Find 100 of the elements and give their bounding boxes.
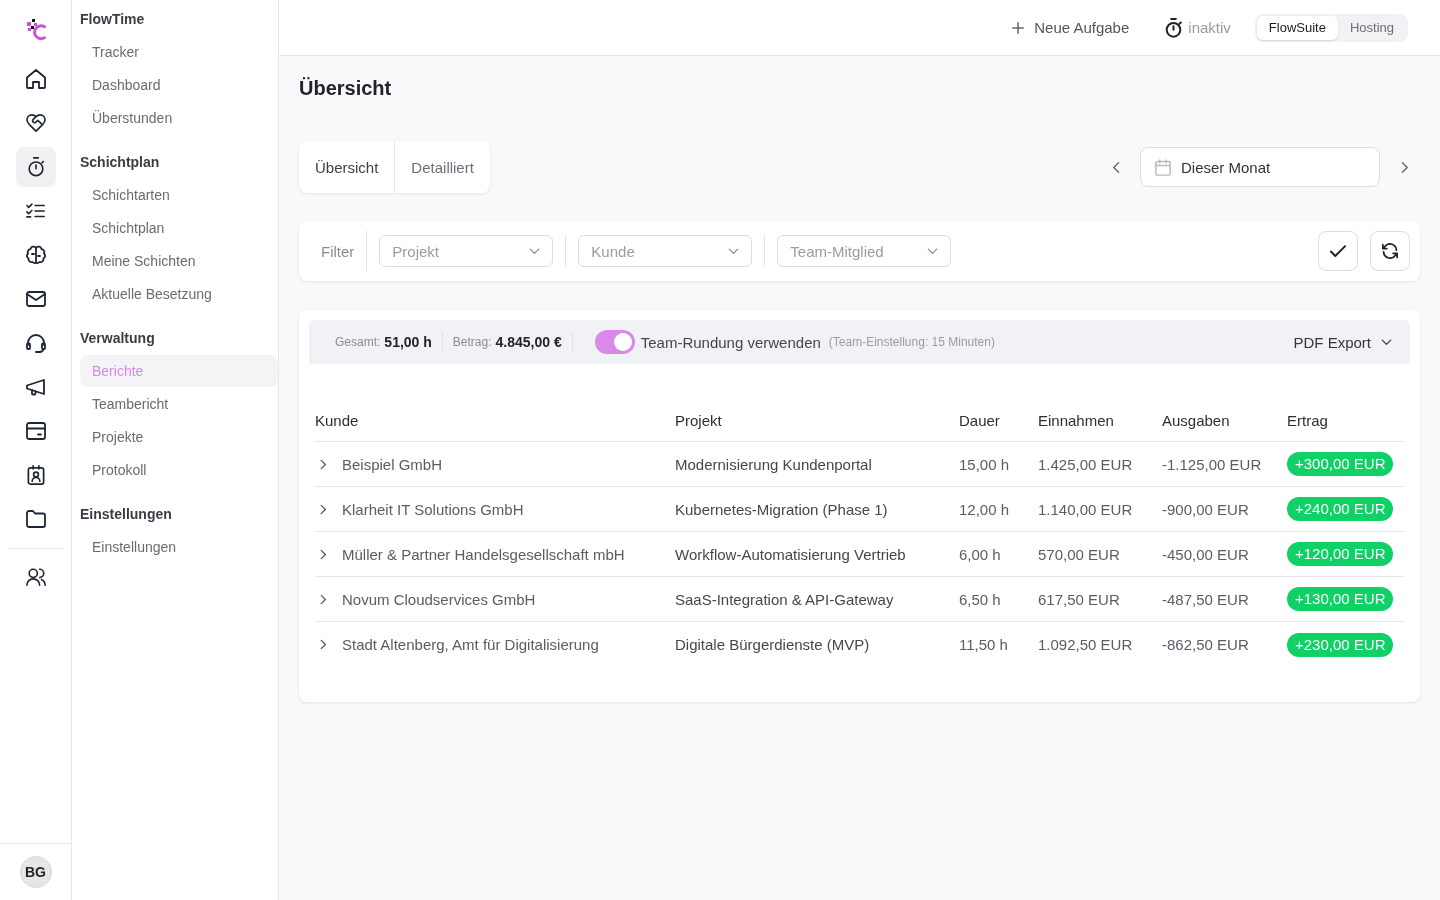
sidebar-item[interactable]: Meine Schichten [80,245,278,277]
chevron-left-icon [1112,161,1120,173]
column-header: Einnahmen [1038,411,1114,429]
total-value: 51,00 h [384,334,432,350]
check-icon [1330,244,1346,258]
megaphone-icon [25,377,46,397]
new-task-button[interactable]: Neue Aufgabe [1012,11,1130,44]
column-header: Projekt [675,411,722,429]
table-cell: 1.425,00 EUR [1038,455,1133,473]
amount-label: Betrag: [452,335,492,349]
profit-badge: +120,00 EUR [1287,542,1394,566]
section-heading: Einstellungen [80,505,172,524]
workspace-tab[interactable]: Hosting [1337,15,1406,40]
amount-value: 4.845,00 € [495,334,562,350]
brain-icon [25,245,46,265]
table-cell: Workflow-Automatisierung Vertrieb [675,545,906,563]
table-cell: SaaS-Integration & API-Gateway [675,590,894,608]
table-cell: 570,00 EUR [1038,545,1120,563]
calendar-icon [1155,158,1171,176]
plus-icon [1012,21,1025,34]
setting-note: (Team-Einstellung: 15 Minuten) [828,335,995,349]
section-heading: Verwaltung [80,329,155,348]
heart-handshake-icon [25,113,46,133]
logo-icon[interactable] [24,19,47,41]
sidebar-item[interactable]: Einstellungen [80,531,278,563]
column-header: Dauer [959,411,1000,429]
sidebar-item[interactable]: Projekte [80,421,278,453]
chevron-right-icon [1400,161,1408,173]
table-cell: -1.125,00 EUR [1162,455,1262,473]
table-cell: Modernisierung Kundenportal [675,455,872,473]
column-header: Ertrag [1287,411,1328,429]
stopwatch-nav-button[interactable] [15,147,56,187]
date-range-field[interactable]: Dieser Monat [1140,147,1380,187]
profit-badge: +300,00 EUR [1287,452,1394,476]
section-heading: FlowTime [80,10,145,29]
table-cell: Beispiel GmbH [342,455,443,473]
filter-label: Filter [320,242,355,260]
profit-badge: +230,00 EUR [1287,632,1394,657]
view-tab[interactable]: Detailliert [394,141,490,193]
apply-button[interactable] [1318,231,1358,271]
table-cell: -487,50 EUR [1162,590,1249,608]
chevron-right-icon[interactable] [320,593,326,605]
task-list-icon [25,201,46,221]
stopwatch-icon [25,157,46,177]
sidebar-item[interactable]: Protokoll [80,454,278,486]
page-title: Übersicht [299,76,392,100]
column-header: Kunde [315,411,359,429]
table-cell: -450,00 EUR [1162,545,1249,563]
table-cell: Kubernetes-Migration (Phase 1) [675,500,888,518]
envelope-icon [25,289,46,309]
toggle-label: Team-Rundung verwenden [640,333,821,351]
profit-badge: +130,00 EUR [1287,587,1394,611]
column-header: Ausgaben [1162,411,1230,429]
chevron-down-icon [927,248,939,254]
sidebar-item[interactable]: Tracker [80,36,278,68]
sidebar-item[interactable]: Überstunden [80,102,278,134]
stopwatch-icon [1165,17,1183,38]
table-cell: 11,50 h [959,636,1008,653]
workspace-tab[interactable]: FlowSuite [1256,15,1338,40]
chevron-down-icon [728,248,740,254]
user-avatar[interactable]: BG [19,856,52,888]
refresh-icon [1382,243,1398,259]
profit-badge: +240,00 EUR [1287,497,1394,521]
sidebar-item[interactable]: Schichtplan [80,212,278,244]
table-cell: 12,00 h [959,500,1010,518]
headset-icon [25,333,46,353]
table-cell: 1.140,00 EUR [1038,500,1133,518]
table-cell: Digitale Bürgerdienste (MVP) [675,636,870,653]
table-cell: Stadt Altenberg, Amt für Digitalisierung [342,636,599,653]
table-cell: Klarheit IT Solutions GmbH [342,500,524,518]
chevron-down-icon [529,248,541,254]
section-heading: Schichtplan [80,153,160,172]
contact-badge-icon [25,465,46,485]
pdf-export-button[interactable]: PDF Export [1293,326,1392,358]
chevron-right-icon[interactable] [320,458,326,470]
toggle-switch[interactable] [594,330,635,354]
sidebar-item[interactable]: Teambericht [80,388,278,420]
table-cell: 15,00 h [959,455,1010,473]
users-icon [25,567,46,587]
table-cell: -862,50 EUR [1162,636,1249,653]
table-cell: 1.092,50 EUR [1038,636,1133,653]
sidebar-item[interactable]: Dashboard [80,69,278,101]
folder-icon [25,509,46,529]
sidebar-item[interactable]: Aktuelle Besetzung [80,278,278,310]
table-cell: Novum Cloudservices GmbH [342,590,536,608]
sidebar-item[interactable]: Schichtarten [80,179,278,211]
chevron-right-icon[interactable] [320,503,326,515]
table-cell: -900,00 EUR [1162,500,1249,518]
card-icon [25,421,46,441]
refresh-button[interactable] [1370,231,1410,271]
chevron-right-icon[interactable] [320,639,326,650]
table-cell: 6,00 h [959,545,1001,563]
chevron-right-icon[interactable] [320,548,326,560]
total-label: Gesamt: [335,335,381,349]
table-cell: 6,50 h [959,590,1001,608]
home-icon [25,69,46,89]
chevron-down-icon [1381,339,1392,345]
table-cell: Müller & Partner Handelsgesellschaft mbH [342,545,625,563]
table-cell: 617,50 EUR [1038,590,1120,608]
view-tab[interactable]: Übersicht [299,141,395,193]
